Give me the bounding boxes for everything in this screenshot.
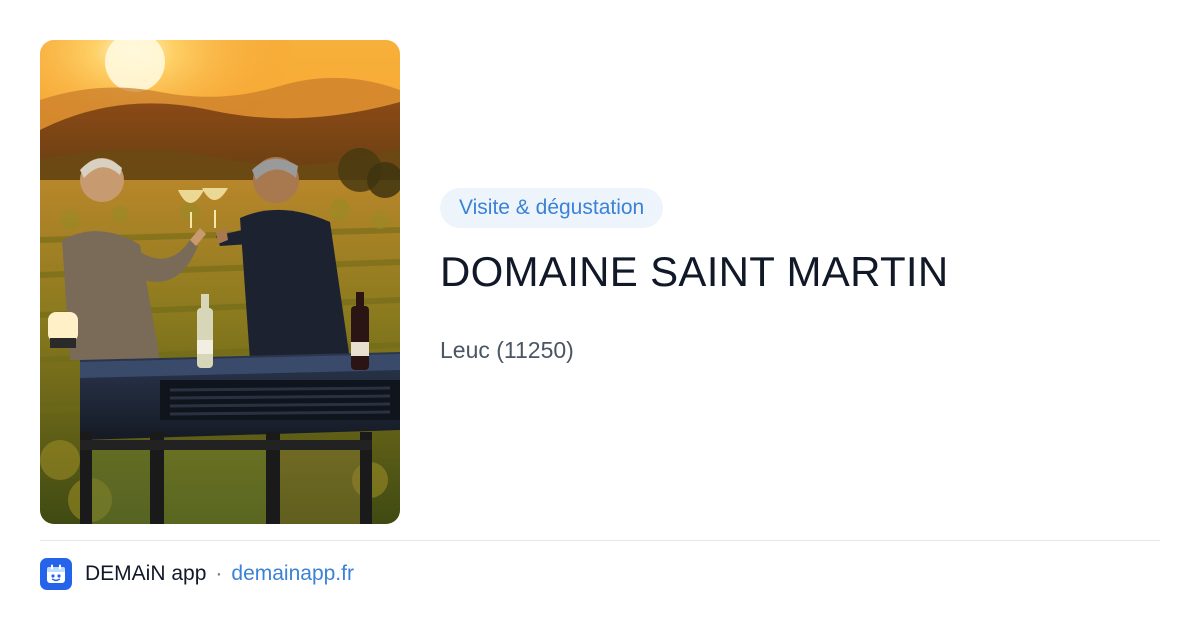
domain-title: DOMAINE SAINT MARTIN <box>440 248 949 295</box>
footer: DEMAiN app · demainapp.fr <box>40 558 354 590</box>
footer-divider <box>40 540 1160 541</box>
app-name: DEMAiN app <box>85 562 207 585</box>
share-preview-card: Visite & dégustation DOMAINE SAINT MARTI… <box>0 0 1200 630</box>
demain-app-icon <box>40 558 72 590</box>
footer-separator: · <box>215 562 223 585</box>
location-text: Leuc (11250) <box>440 337 574 363</box>
vineyard-photo <box>40 40 400 524</box>
category-tag: Visite & dégustation <box>440 188 664 228</box>
app-website-link[interactable]: demainapp.fr <box>231 562 354 586</box>
